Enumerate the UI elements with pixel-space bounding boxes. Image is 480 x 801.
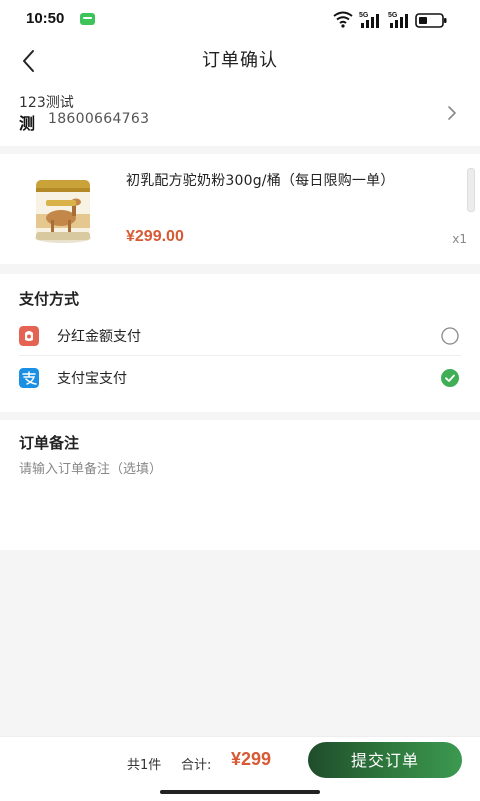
recipient-surname: 测 bbox=[19, 114, 36, 133]
cell-signal-icon-1: 5G bbox=[359, 12, 379, 28]
submit-order-button[interactable]: 提交订单 bbox=[308, 742, 462, 778]
payment-section-title: 支付方式 bbox=[19, 290, 80, 308]
radio-unchecked-icon[interactable] bbox=[441, 327, 459, 345]
payment-option-alipay[interactable]: 支付宝支付 bbox=[19, 357, 461, 397]
scrollbar-thumb[interactable] bbox=[467, 168, 475, 212]
payment-card: 支付方式 分红金额支付 支付宝支付 bbox=[0, 274, 480, 412]
home-indicator[interactable] bbox=[160, 790, 320, 794]
product-name: 初乳配方驼奶粉300g/桶（每日限购一单） bbox=[126, 173, 395, 189]
remark-card: 订单备注 bbox=[0, 420, 480, 550]
product-quantity: x1 bbox=[452, 232, 467, 246]
chevron-right-icon bbox=[448, 106, 456, 120]
radio-checked-icon[interactable] bbox=[441, 369, 459, 387]
total-amount: ¥299 bbox=[231, 749, 272, 769]
signal-label-2: 5G bbox=[388, 12, 398, 19]
battery-icon bbox=[415, 13, 447, 28]
status-time: 10:50 bbox=[26, 10, 65, 27]
message-notification-icon bbox=[80, 13, 95, 25]
remark-section-title: 订单备注 bbox=[19, 434, 80, 452]
product-card: 初乳配方驼奶粉300g/桶（每日限购一单） ¥299.00 x1 bbox=[0, 154, 480, 264]
status-icons: 5G 5G bbox=[333, 11, 447, 28]
signal-label-1: 5G bbox=[359, 12, 369, 19]
wifi-icon bbox=[333, 11, 353, 28]
recipient-phone: 18600664763 bbox=[48, 111, 150, 127]
address-card[interactable]: 123测试 测 18600664763 bbox=[0, 82, 480, 146]
item-count: 共1件 bbox=[127, 758, 162, 773]
cell-signal-icon-2: 5G bbox=[388, 12, 408, 28]
product-image[interactable] bbox=[28, 174, 98, 246]
remark-input[interactable] bbox=[19, 458, 459, 538]
total-label: 合计: bbox=[181, 758, 212, 773]
recipient-name: 123测试 bbox=[19, 95, 74, 111]
status-bar: 10:50 5G 5G bbox=[0, 0, 480, 40]
dividend-wallet-icon bbox=[19, 326, 39, 346]
page-title: 订单确认 bbox=[202, 50, 278, 71]
payment-option-dividend-label: 分红金额支付 bbox=[57, 329, 141, 345]
alipay-icon bbox=[19, 368, 39, 388]
payment-option-alipay-label: 支付宝支付 bbox=[57, 371, 127, 387]
header: 订单确认 bbox=[0, 40, 480, 82]
payment-option-dividend[interactable]: 分红金额支付 bbox=[19, 315, 461, 356]
bottom-bar: 共1件 合计: ¥299 提交订单 bbox=[0, 736, 480, 801]
product-price: ¥299.00 bbox=[126, 228, 184, 245]
